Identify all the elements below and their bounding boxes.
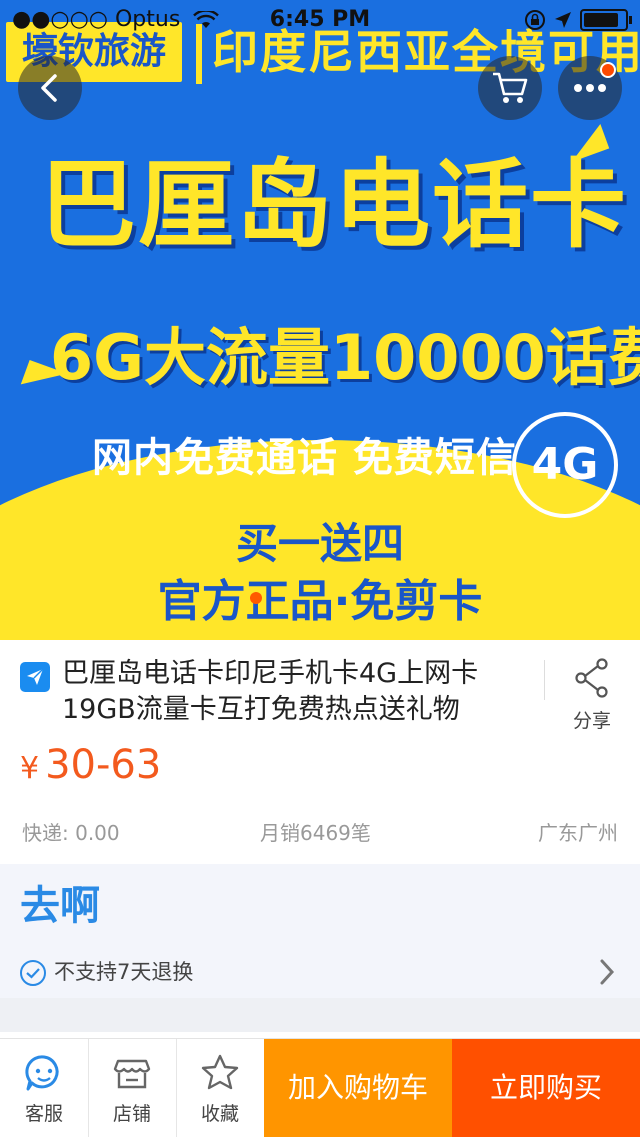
section-gap [0,998,640,1038]
customer-service-label: 客服 [24,1103,63,1125]
product-hero-image[interactable]: 壕钦旅游 印度尼西亚全境可用 巴厘岛电话卡 6G大流量10000话费 网内免费通… [0,0,640,640]
cart-icon [493,72,528,103]
location-arrow-icon [555,12,571,28]
shipping-fee: 快递: 0.00 [22,821,120,845]
ship-from-location: 广东广州 [538,821,618,845]
status-bar: ●●○○○ Optus 6:45 PM [0,0,640,40]
shop-label: 店铺 [112,1103,151,1125]
product-title: 巴厘岛电话卡印尼手机卡4G上网卡19GB流量卡互打免费热点送礼物 [62,658,479,725]
share-button[interactable]: 分享 [556,654,628,734]
return-policy-text: 不支持7天退换 [54,960,194,984]
tmall-store-icon [20,662,50,692]
more-menu-button[interactable] [558,56,622,120]
battery-icon [580,9,632,31]
product-meta: 快递: 0.00 月销6469笔 广东广州 [22,816,618,850]
share-icon [575,658,608,698]
shop-tab[interactable]: 店铺 [88,1039,177,1137]
share-label: 分享 [572,710,611,732]
monthly-sales: 月销6469笔 [260,821,371,845]
favorite-label: 收藏 [200,1103,239,1125]
hero-promo-genuine: 官方正品·免剪卡 [157,576,483,627]
title-divider [544,660,545,700]
price-range: 30-63 [45,742,162,788]
more-dots-icon [574,84,606,92]
service-section[interactable]: 去啊 不支持7天退换 [0,864,640,998]
back-button[interactable] [18,56,82,120]
chevron-right-icon [600,959,615,985]
carousel-indicator [250,592,262,604]
price-currency: ¥ [20,751,40,786]
paper-plane-icon [27,668,44,685]
check-circle-icon [20,960,46,986]
buy-now-button[interactable]: 立即购买 [452,1039,640,1137]
add-to-cart-button[interactable]: 加入购物车 [264,1039,452,1137]
status-right [524,0,632,40]
favorite-tab[interactable]: 收藏 [176,1039,265,1137]
chat-bubble-icon [25,1055,59,1091]
return-policy-row[interactable]: 不支持7天退换 [0,950,640,996]
product-title-row: 巴厘岛电话卡印尼手机卡4G上网卡19GB流量卡互打免费热点送礼物 分享 [0,640,640,740]
rotation-lock-icon [525,10,545,30]
price: ¥30-63 [20,742,161,798]
cart-button[interactable] [478,56,542,120]
chevron-left-icon [41,74,57,102]
bottom-action-bar: 客服 店铺 收藏 加入购物车 立即购买 [0,1038,640,1137]
customer-service-tab[interactable]: 客服 [0,1039,89,1137]
product-info: 巴厘岛电话卡印尼手机卡4G上网卡19GB流量卡互打免费热点送礼物 分享 ¥30-… [0,640,640,864]
hero-data-plan: 6G大流量10000话费 [50,321,640,394]
hero-4g-badge: 4G [512,412,618,518]
hero-promo-buy-one: 买一送四 [235,519,404,568]
hero-big-title: 巴厘岛电话卡 [40,149,628,261]
alitrip-logo: 去啊 [20,883,100,929]
notification-dot [600,62,616,78]
hero-free-calls: 网内免费通话 免费短信 [92,435,517,481]
store-icon [113,1059,151,1089]
star-icon [201,1054,239,1090]
